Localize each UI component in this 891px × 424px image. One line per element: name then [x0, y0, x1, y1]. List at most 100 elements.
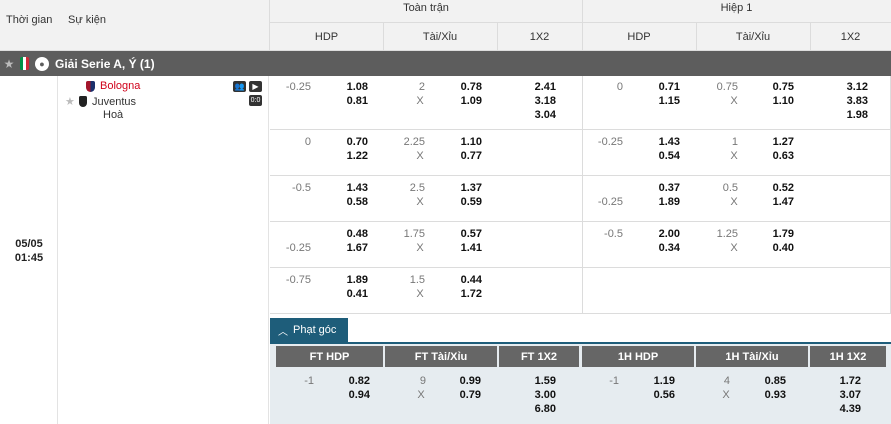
- h1-1x2-home[interactable]: 3.12: [830, 80, 868, 94]
- ft-hdp-odds-away[interactable]: 0.41: [330, 287, 368, 301]
- ft-ou-odds-over[interactable]: 1.37: [444, 181, 482, 195]
- corner-ft-ou-over[interactable]: 0.99: [443, 374, 481, 388]
- ft-ou-under-label: X: [416, 150, 424, 162]
- favorite-star-icon[interactable]: ★: [65, 95, 79, 108]
- h1-hdp-odds-away[interactable]: 0.54: [642, 149, 680, 163]
- header-h1-hdp: HDP: [627, 31, 651, 43]
- corner-ft-ou-line: 9: [419, 375, 426, 387]
- h1-ou-odds-under[interactable]: 0.40: [756, 241, 794, 255]
- corner-h1-hdp-away[interactable]: 0.56: [637, 388, 675, 402]
- match-time: 01:45: [14, 252, 44, 264]
- league-name: Giải Serie A, Ý (1): [55, 56, 155, 71]
- h1-ou-odds-over[interactable]: 1.79: [756, 227, 794, 241]
- header-time: Thời gian: [6, 14, 53, 26]
- h1-ou-line: 1: [731, 136, 738, 148]
- h1-hdp-odds-home[interactable]: 0.71: [642, 80, 680, 94]
- chevron-up-icon: ︿: [278, 326, 288, 338]
- ft-hdp-odds-away[interactable]: 1.67: [330, 241, 368, 255]
- h1-1x2-draw[interactable]: 1.98: [830, 108, 868, 122]
- ft-ou-odds-under[interactable]: 0.77: [444, 149, 482, 163]
- h1-ou-odds-over[interactable]: 0.52: [756, 181, 794, 195]
- ft-ou-under-label: X: [416, 288, 424, 300]
- h1-ou-odds-under[interactable]: 0.63: [756, 149, 794, 163]
- h1-ou-odds-over[interactable]: 1.27: [756, 135, 794, 149]
- ft-ou-odds-under[interactable]: 1.72: [444, 287, 482, 301]
- ft-hdp-odds-away[interactable]: 1.22: [330, 149, 368, 163]
- ft-hdp-odds-home[interactable]: 1.08: [330, 80, 368, 94]
- ft-ou-odds-over[interactable]: 1.10: [444, 135, 482, 149]
- corner-h1-ou-under[interactable]: 0.93: [748, 388, 786, 402]
- h1-hdp-odds-home[interactable]: 1.43: [642, 135, 680, 149]
- h1-ou-odds-under[interactable]: 1.47: [756, 195, 794, 209]
- h1-hdp-line-home: -0.25: [597, 136, 623, 148]
- h1-ou-odds-over[interactable]: 0.75: [756, 80, 794, 94]
- corner-ft-1x2-draw[interactable]: 6.80: [518, 402, 556, 416]
- ft-hdp-line-away: -0.25: [285, 242, 311, 254]
- corner-ft-hdp-away[interactable]: 0.94: [332, 388, 370, 402]
- header-h1-ou: Tài/Xỉu: [735, 31, 771, 43]
- time-column: 05/05 01:45: [0, 76, 58, 424]
- h1-hdp-odds-away[interactable]: 0.34: [642, 241, 680, 255]
- ft-hdp-odds-home[interactable]: 1.43: [330, 181, 368, 195]
- away-team-name: Juventus: [92, 95, 137, 108]
- h1-hdp-odds-away[interactable]: 1.15: [642, 94, 680, 108]
- ft-1x2-home[interactable]: 2.41: [518, 80, 556, 94]
- h1-1x2-away[interactable]: 3.83: [830, 94, 868, 108]
- ft-ou-line: 1.75: [403, 228, 425, 240]
- ft-ou-odds-over[interactable]: 0.57: [444, 227, 482, 241]
- home-team[interactable]: Bologna: [86, 80, 140, 92]
- corner-header-ft-1x2: FT 1X2: [499, 346, 579, 367]
- corner-h1-ou-under-label: X: [722, 389, 730, 401]
- ft-hdp-odds-away[interactable]: 0.58: [330, 195, 368, 209]
- ft-hdp-odds-home[interactable]: 0.70: [330, 135, 368, 149]
- corner-h1-hdp-line: -1: [609, 375, 619, 387]
- ft-ou-under-label: X: [416, 196, 424, 208]
- corner-ft-hdp-line: -1: [304, 375, 314, 387]
- star-icon[interactable]: ★: [2, 57, 16, 71]
- ft-hdp-line-home: -0.25: [285, 81, 311, 93]
- corner-h1-ou-over[interactable]: 0.85: [748, 374, 786, 388]
- ft-hdp-odds-home[interactable]: 1.89: [330, 273, 368, 287]
- h1-hdp-odds-away[interactable]: 1.89: [642, 195, 680, 209]
- corner-ft-ou-under[interactable]: 0.79: [443, 388, 481, 402]
- header-ft-ou: Tài/Xỉu: [422, 31, 458, 43]
- match-date: 05/05: [15, 238, 43, 250]
- h1-hdp-odds-home[interactable]: 0.37: [642, 181, 680, 195]
- ft-ou-under-label: X: [416, 95, 424, 107]
- h1-ou-line: 0.75: [716, 81, 738, 93]
- ft-1x2-draw[interactable]: 3.04: [518, 108, 556, 122]
- header-ft-hdp: HDP: [314, 31, 339, 43]
- ft-ou-odds-under[interactable]: 1.41: [444, 241, 482, 255]
- ft-1x2-away[interactable]: 3.18: [518, 94, 556, 108]
- corner-h1-hdp-home[interactable]: 1.19: [637, 374, 675, 388]
- ft-hdp-odds-away[interactable]: 0.81: [330, 94, 368, 108]
- corner-ft-1x2-home[interactable]: 1.59: [518, 374, 556, 388]
- ft-ou-odds-over[interactable]: 0.78: [444, 80, 482, 94]
- ft-ou-odds-under[interactable]: 0.59: [444, 195, 482, 209]
- corner-ft-hdp-home[interactable]: 0.82: [332, 374, 370, 388]
- away-team[interactable]: ★ Juventus: [65, 95, 137, 109]
- ft-hdp-line-home: -0.5: [292, 182, 311, 194]
- h1-ou-odds-under[interactable]: 1.10: [756, 94, 794, 108]
- ft-ou-odds-over[interactable]: 0.44: [444, 273, 482, 287]
- corner-h1-1x2-draw[interactable]: 4.39: [823, 402, 861, 416]
- ft-hdp-line-home: -0.75: [285, 274, 311, 286]
- h1-ou-under-label: X: [730, 242, 738, 254]
- corner-header-ft-ou: FT Tài/Xỉu: [385, 346, 497, 367]
- header-h1-1x2: 1X2: [840, 31, 861, 43]
- header-ft-1x2: 1X2: [529, 31, 550, 43]
- ft-hdp-odds-home[interactable]: 0.48: [330, 227, 368, 241]
- league-bar[interactable]: ★ ● Giải Serie A, Ý (1): [0, 51, 891, 76]
- corner-tab[interactable]: ︿ Phạt góc: [270, 318, 348, 342]
- corner-h1-1x2-away[interactable]: 3.07: [823, 388, 861, 402]
- score-icon[interactable]: 0:0: [249, 95, 262, 106]
- corner-header-h1-hdp: 1H HDP: [582, 346, 694, 367]
- lineup-icon[interactable]: 👥: [233, 81, 246, 92]
- video-icon[interactable]: ▶: [249, 81, 262, 92]
- ft-ou-line: 2: [418, 81, 425, 93]
- ft-ou-line: 2.5: [409, 182, 425, 194]
- corner-ft-1x2-away[interactable]: 3.00: [518, 388, 556, 402]
- ft-ou-odds-under[interactable]: 1.09: [444, 94, 482, 108]
- corner-h1-1x2-home[interactable]: 1.72: [823, 374, 861, 388]
- h1-hdp-odds-home[interactable]: 2.00: [642, 227, 680, 241]
